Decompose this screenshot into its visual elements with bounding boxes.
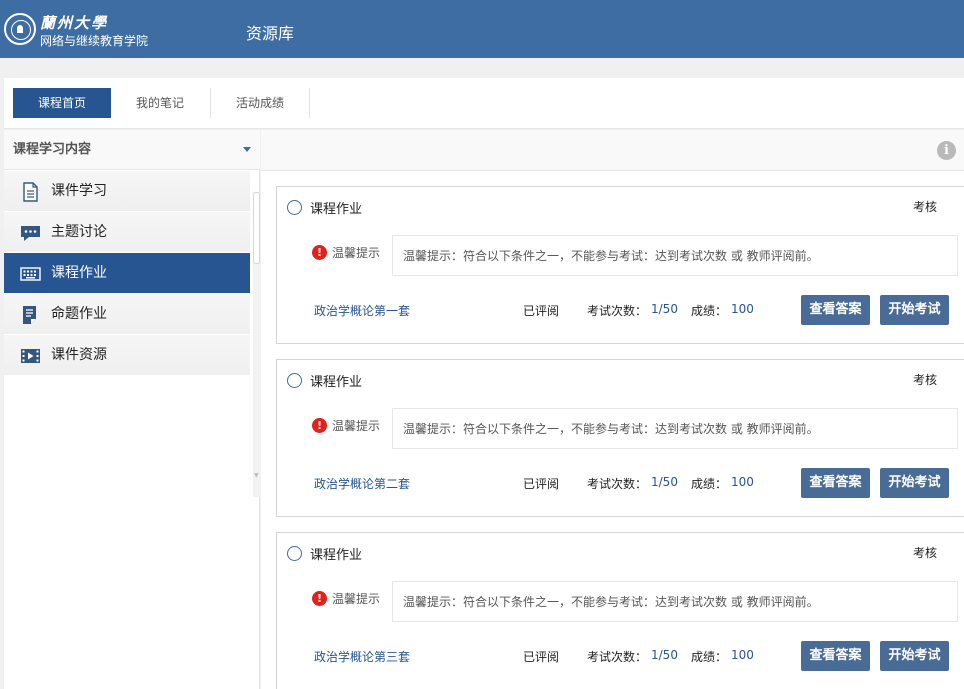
sidebar-item-label: 命题作业 xyxy=(51,306,107,322)
sidebar-item-label: 课程作业 xyxy=(51,265,107,281)
view-answer-button[interactable]: 查看答案 xyxy=(801,468,870,498)
course-tabbar: 课程首页 我的笔记 活动成绩 xyxy=(4,78,964,129)
tip-message: 温馨提示：符合以下条件之一，不能参与考试：达到考试次数 或 教师评阅前。 xyxy=(392,235,958,276)
review-status: 已评阅 xyxy=(523,304,560,318)
card-header: 课程作业 考核 xyxy=(277,533,964,571)
score-value: 100 xyxy=(731,648,754,662)
tab-my-notes[interactable]: 我的笔记 xyxy=(111,88,209,118)
sidebar-title: 课程学习内容 xyxy=(13,142,92,157)
assignment-card: 课程作业 考核 ! 温馨提示 温馨提示：符合以下条件之一，不能参与考试：达到考试… xyxy=(276,186,964,344)
tip-label: 温馨提示 xyxy=(332,246,381,260)
assignment-card: 课程作业 考核 ! 温馨提示 温馨提示：符合以下条件之一，不能参与考试：达到考试… xyxy=(276,359,964,517)
warning-icon: ! xyxy=(312,245,327,260)
assessment-type: 考核 xyxy=(913,200,938,214)
tip-label: 温馨提示 xyxy=(332,592,381,606)
card-footer: 政治学概论第二套 已评阅 考试次数： 1/50 成绩： 100 查看答案 开始考… xyxy=(277,466,964,500)
select-radio[interactable] xyxy=(287,200,302,215)
caret-down-icon[interactable] xyxy=(243,147,251,152)
sidebar-item-resources[interactable]: 课件资源 xyxy=(4,335,250,376)
sidebar-header[interactable]: 课程学习内容 xyxy=(4,130,260,170)
attempts-label: 考试次数： xyxy=(587,304,648,318)
view-answer-button[interactable]: 查看答案 xyxy=(801,641,870,671)
info-bar: i xyxy=(261,130,964,171)
review-status: 已评阅 xyxy=(523,650,560,664)
sidebar-item-label: 课件资源 xyxy=(51,347,107,363)
assessment-type: 考核 xyxy=(913,373,938,387)
card-header: 课程作业 考核 xyxy=(277,360,964,398)
university-seal-icon xyxy=(4,13,36,45)
assignment-set-link[interactable]: 政治学概论第一套 xyxy=(314,302,410,319)
card-title: 课程作业 xyxy=(310,375,363,390)
select-radio[interactable] xyxy=(287,373,302,388)
card-title: 课程作业 xyxy=(310,202,363,217)
site-title[interactable]: 资源库 xyxy=(246,20,294,44)
sidebar-item-label: 主题讨论 xyxy=(51,224,107,240)
tip-message: 温馨提示：符合以下条件之一，不能参与考试：达到考试次数 或 教师评阅前。 xyxy=(392,581,958,622)
chat-bubble-icon xyxy=(21,226,40,241)
sidebar-scrollbar[interactable]: ▼ xyxy=(253,192,260,497)
scrollbar-thumb[interactable] xyxy=(253,192,260,264)
college-name: 网络与继续教育学院 xyxy=(40,34,149,48)
film-icon xyxy=(21,349,40,363)
document-icon xyxy=(23,182,38,202)
select-radio[interactable] xyxy=(287,546,302,561)
card-footer: 政治学概论第一套 已评阅 考试次数： 1/50 成绩： 100 查看答案 开始考… xyxy=(277,293,964,327)
tab-divider xyxy=(309,88,310,118)
assessment-type: 考核 xyxy=(913,546,938,560)
start-exam-button[interactable]: 开始考试 xyxy=(880,295,949,325)
tip-label: 温馨提示 xyxy=(332,419,381,433)
tab-activity-scores[interactable]: 活动成绩 xyxy=(211,88,309,118)
score-label: 成绩： xyxy=(691,650,728,664)
tip-message: 温馨提示：符合以下条件之一，不能参与考试：达到考试次数 或 教师评阅前。 xyxy=(392,408,958,449)
start-exam-button[interactable]: 开始考试 xyxy=(880,468,949,498)
start-exam-button[interactable]: 开始考试 xyxy=(880,641,949,671)
card-header: 课程作业 考核 xyxy=(277,187,964,225)
info-icon[interactable]: i xyxy=(937,141,956,160)
warning-icon: ! xyxy=(312,591,327,606)
attempts-label: 考试次数： xyxy=(587,650,648,664)
score-value: 100 xyxy=(731,475,754,489)
sidebar-item-homework[interactable]: 课程作业 xyxy=(4,253,250,294)
score-label: 成绩： xyxy=(691,477,728,491)
assignment-set-link[interactable]: 政治学概论第二套 xyxy=(314,475,410,492)
card-footer: 政治学概论第三套 已评阅 考试次数： 1/50 成绩： 100 查看答案 开始考… xyxy=(277,639,964,673)
keyboard-icon xyxy=(20,267,41,281)
sidebar-item-courseware[interactable]: 课件学习 xyxy=(4,171,250,212)
assignment-set-link[interactable]: 政治学概论第三套 xyxy=(314,648,410,665)
sidebar-item-discussion[interactable]: 主题讨论 xyxy=(4,212,250,253)
sidebar-item-label: 课件学习 xyxy=(51,183,107,199)
course-sidebar: 课程学习内容 课件学习 主题讨论 课程作业 命题作业 课件资源 ▼ xyxy=(4,130,260,689)
attempts-value: 1/50 xyxy=(651,475,678,489)
view-answer-button[interactable]: 查看答案 xyxy=(801,295,870,325)
main-content: i 课程作业 考核 ! 温馨提示 温馨提示：符合以下条件之一，不能参与考试：达到… xyxy=(261,130,964,689)
university-name: 蘭州大學 xyxy=(40,14,109,32)
top-header: 蘭州大學 网络与继续教育学院 资源库 xyxy=(0,0,964,58)
edit-document-icon xyxy=(23,306,36,324)
tab-course-home[interactable]: 课程首页 xyxy=(13,88,111,118)
score-value: 100 xyxy=(731,302,754,316)
score-label: 成绩： xyxy=(691,304,728,318)
attempts-value: 1/50 xyxy=(651,302,678,316)
sidebar-menu: 课件学习 主题讨论 课程作业 命题作业 课件资源 xyxy=(4,171,250,376)
sidebar-item-proposition-homework[interactable]: 命题作业 xyxy=(4,294,250,335)
assignment-card: 课程作业 考核 ! 温馨提示 温馨提示：符合以下条件之一，不能参与考试：达到考试… xyxy=(276,532,964,689)
card-title: 课程作业 xyxy=(310,548,363,563)
attempts-value: 1/50 xyxy=(651,648,678,662)
review-status: 已评阅 xyxy=(523,477,560,491)
scroll-down-arrow-icon[interactable]: ▼ xyxy=(254,472,259,479)
warning-icon: ! xyxy=(312,418,327,433)
attempts-label: 考试次数： xyxy=(587,477,648,491)
